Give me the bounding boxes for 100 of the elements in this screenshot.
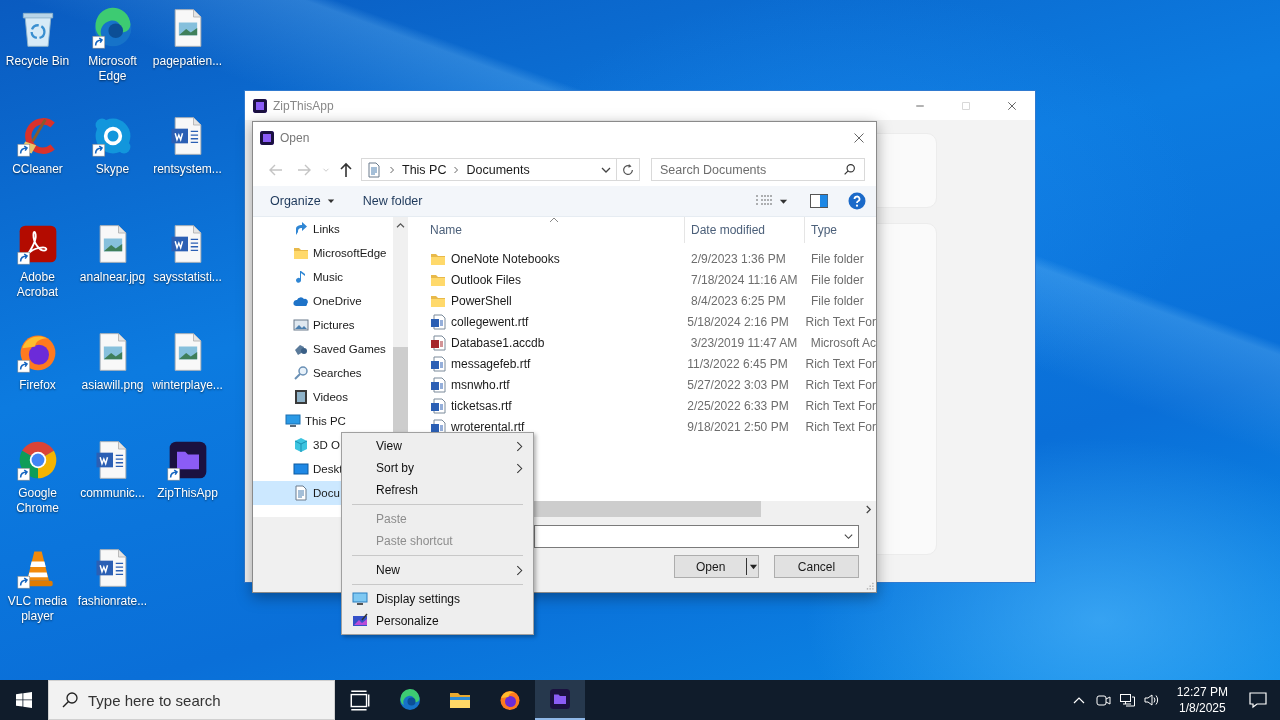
monitor-icon [352, 591, 368, 607]
close-icon [1006, 99, 1018, 112]
desktop-shortcut[interactable]: saysstatisti... [150, 222, 225, 330]
folder-app-icon [548, 687, 572, 711]
address-bar[interactable]: This PC Documents [361, 158, 617, 181]
up-arrow-icon [338, 161, 354, 178]
refresh-button[interactable] [617, 158, 640, 181]
clock-button[interactable]: 12:27 PM 1/8/2025 [1168, 684, 1236, 716]
close-icon [853, 131, 865, 144]
search-field[interactable]: Search Documents [651, 158, 865, 181]
nav-item[interactable]: Links [253, 217, 393, 241]
nav-item[interactable]: Saved Games [253, 337, 393, 361]
document-icon [366, 161, 382, 178]
desktop-shortcut[interactable]: Microsoft Edge [75, 6, 150, 114]
desktop-shortcut[interactable]: communic... [75, 438, 150, 546]
file-name[interactable]: wroterental.rtf [451, 419, 525, 434]
nav-item[interactable]: Searches [253, 361, 393, 385]
document-icon [293, 485, 309, 501]
file-name[interactable]: collegewent.rtf [451, 314, 529, 329]
nav-item[interactable]: Videos [253, 385, 393, 409]
desktop-shortcut[interactable]: CCleaner [0, 114, 75, 222]
menu-item[interactable]: Personalize [344, 610, 531, 632]
camera-icon[interactable] [1094, 692, 1111, 708]
document-icon [430, 355, 446, 372]
search-field[interactable]: Type here to search [48, 680, 335, 720]
type-cell-text: File folder [810, 272, 865, 287]
desktop-shortcut[interactable]: Firefox [0, 330, 75, 438]
notification-icon[interactable] [1248, 690, 1268, 710]
file-name[interactable]: msnwho.rtf [451, 377, 510, 392]
arrow-icon [293, 221, 309, 237]
document-icon [430, 313, 446, 330]
desktop-shortcut[interactable]: Recycle Bin [0, 6, 75, 114]
file-name[interactable]: PowerShell [451, 293, 512, 308]
column-header[interactable]: Date modified [685, 217, 805, 243]
caret-icon[interactable] [749, 562, 758, 571]
type-cell-text: Rich Text For [804, 314, 876, 329]
speaker-icon[interactable] [1142, 692, 1159, 708]
nav-item[interactable]: OneDrive [253, 289, 393, 313]
file-name[interactable]: messagefeb.rtf [451, 356, 531, 371]
breadcrumb-item[interactable]: Documents [466, 162, 530, 177]
file-name-field[interactable] [534, 525, 859, 548]
cancel-button[interactable]: Cancel [774, 555, 859, 578]
new-folder-button[interactable]: New folder [354, 190, 431, 212]
desktop-shortcut[interactable]: pagepatien... [150, 6, 225, 114]
network-icon[interactable] [1118, 692, 1135, 708]
preview-pane-icon [810, 194, 828, 208]
breadcrumb-item[interactable]: This PC [402, 162, 447, 177]
menu-item[interactable]: New [344, 559, 531, 581]
menu-item[interactable]: Display settings [344, 588, 531, 610]
chevron-right-icon [516, 462, 523, 474]
desktop-shortcut[interactable]: VLC media player [0, 546, 75, 654]
menu-item[interactable]: View [344, 435, 531, 457]
browser-icon [498, 688, 522, 712]
app-logo-icon [253, 98, 267, 113]
date-cell-text: 2/9/2023 1:36 PM [690, 251, 787, 266]
document-icon [430, 397, 446, 414]
chevron-right-icon [452, 165, 461, 174]
film-icon [293, 389, 309, 405]
scroll-thumb[interactable] [393, 347, 408, 433]
windows-logo-icon [16, 692, 32, 708]
magnifier-icon [293, 365, 309, 381]
desktop-shortcut[interactable]: ZipThisApp [150, 438, 225, 546]
file-name[interactable]: Database1.accdb [451, 335, 545, 350]
organize-menu-button[interactable]: Organize [262, 190, 343, 212]
type-cell-text: Rich Text For [804, 377, 876, 392]
file-name[interactable]: OneNote Notebooks [451, 251, 560, 266]
taskbar-button[interactable] [535, 680, 585, 720]
date-cell-text: 9/18/2021 2:50 PM [686, 419, 790, 434]
browser-icon [398, 688, 422, 712]
file-name[interactable]: Outlook Files [451, 272, 522, 287]
type-cell-text: Microsoft Ac [809, 335, 876, 350]
resize-grip-icon[interactable] [865, 581, 874, 590]
nav-item[interactable]: This PC [253, 409, 393, 433]
menu-item[interactable]: Sort by [344, 457, 531, 479]
desktop-shortcut[interactable]: fashionrate... [75, 546, 150, 654]
cube-icon [293, 437, 309, 453]
dropdown-icon[interactable] [843, 531, 854, 542]
nav-item[interactable]: MicrosoftEdge [253, 241, 393, 265]
desktop-shortcut[interactable]: winterplaye... [150, 330, 225, 438]
column-header[interactable]: Type [805, 217, 876, 243]
help-button[interactable] [848, 192, 866, 210]
picture-icon [293, 317, 309, 333]
date-cell-text: 5/27/2022 3:03 PM [686, 377, 790, 392]
nav-item[interactable]: Music [253, 265, 393, 289]
desktop-shortcut[interactable]: rentsystem... [150, 114, 225, 222]
desktop-shortcut[interactable]: analnear.jpg [75, 222, 150, 330]
open-button[interactable]: Open [674, 555, 759, 578]
file-name[interactable]: ticketsas.rtf [451, 398, 512, 413]
date-cell-text: 7/18/2024 11:16 AM [690, 272, 799, 287]
nav-item[interactable]: Pictures [253, 313, 393, 337]
desktop-shortcut[interactable]: Adobe Acrobat [0, 222, 75, 330]
scroll-thumb[interactable] [534, 501, 761, 517]
chevron-right-icon [516, 440, 523, 452]
search-icon [62, 692, 78, 708]
desktop-shortcut[interactable]: asiawill.png [75, 330, 150, 438]
desktop-shortcut[interactable]: Google Chrome [0, 438, 75, 546]
desktop-shortcut[interactable]: Skype [75, 114, 150, 222]
maximize-icon [960, 99, 972, 112]
column-header[interactable]: Name [408, 217, 685, 243]
task-view-icon [348, 688, 372, 712]
